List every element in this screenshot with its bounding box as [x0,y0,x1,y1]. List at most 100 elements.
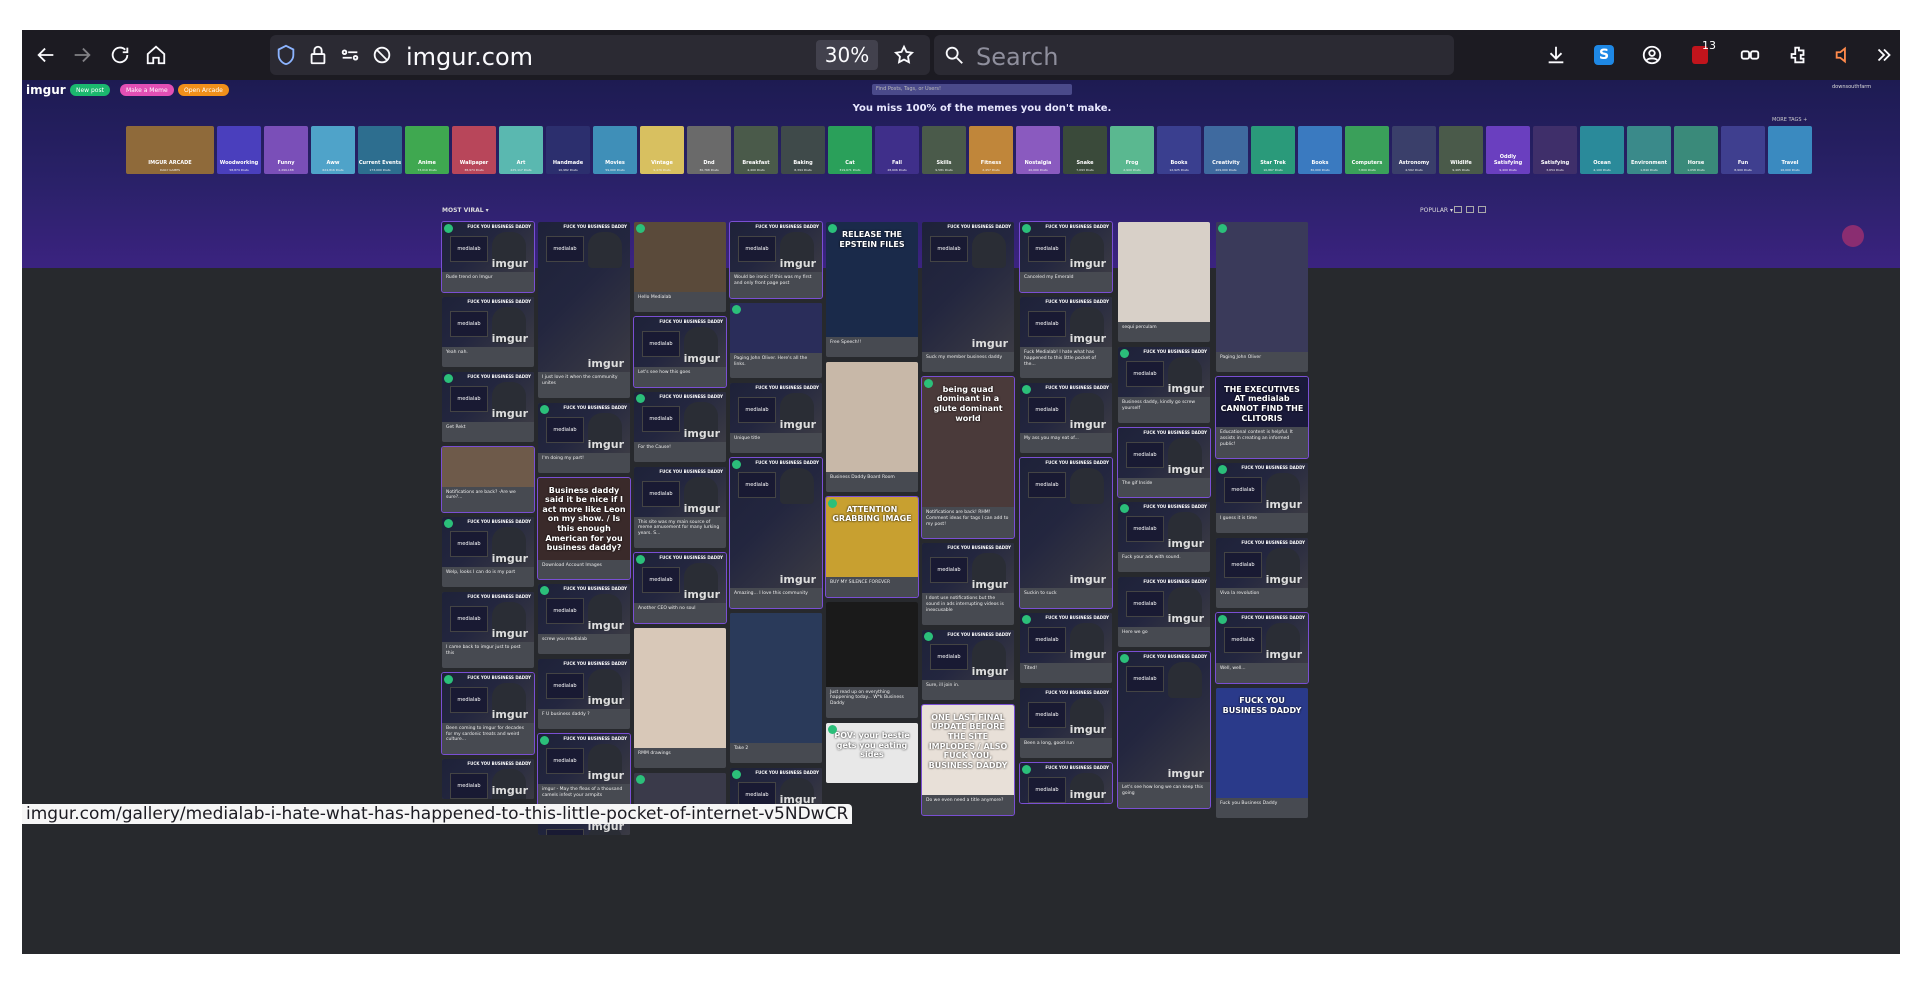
ublock-extension-icon[interactable]: 13 [1684,39,1716,71]
post-thumbnail[interactable] [826,601,918,687]
post-title[interactable]: Amazing... I love this community [730,588,822,600]
post-thumbnail[interactable]: Business daddy said it be nice if I act … [538,477,630,560]
tag-tile[interactable]: Ocean 4,100 Posts [1580,126,1624,174]
tag-tile[interactable]: Travel 16,000 Posts [1768,126,1812,174]
post-card[interactable]: FUCK YOU BUSINESS DADDY medialab imgur Get … [442,371,534,442]
post-card[interactable]: FUCK YOU BUSINESS DADDY medialab imgur Let'… [633,315,727,388]
layout-list-icon[interactable] [1454,206,1462,213]
post-card[interactable]: FUCK YOU BUSINESS DADDY medialab imgur F U … [538,659,630,730]
tag-tile[interactable]: Environment 1,840 Posts [1627,126,1671,174]
tag-tile[interactable]: Books 12,925 Posts [1157,126,1201,174]
post-thumbnail[interactable]: FUCK YOU BUSINESS DADDYmedialabimgur [442,222,534,272]
tag-tile[interactable]: Art 225,117 Posts [499,126,543,174]
tag-tile[interactable]: Movies 59,000 Posts [593,126,637,174]
post-thumbnail[interactable]: FUCK YOU BUSINESS DADDYmedialabimgur [442,517,534,568]
overflow-menu-icon[interactable] [1868,39,1900,71]
tag-tile[interactable]: Satisfying 3,654 Posts [1533,126,1577,174]
post-card[interactable]: FUCK YOU BUSINESS DADDY medialab imgur The … [1117,426,1211,499]
post-thumbnail[interactable]: FUCK YOU BUSINESS DADDYmedialabimgur [730,458,822,589]
post-title[interactable]: My ass you may eat of... [1020,433,1112,445]
post-card[interactable]: FUCK YOU BUSINESS DADDY medialab imgur Anot… [633,552,727,624]
post-title[interactable]: Let's see how this goes [634,367,726,379]
downloads-icon[interactable] [1540,39,1572,71]
post-title[interactable]: Free Speech!! [826,337,918,349]
tag-tile[interactable]: Breakfast 4,400 Posts [734,126,778,174]
post-title[interactable]: screw you medialab [538,634,630,646]
post-thumbnail[interactable]: ATTENTION GRABBING IMAGE [826,496,918,577]
post-card[interactable]: FUCK YOU BUSINESS DADDY medialab imgur Well… [1215,612,1309,684]
post-title[interactable]: Download Account Images [538,560,630,572]
tag-tile[interactable]: Wildlife 9,465 Posts [1439,126,1483,174]
post-card[interactable]: FUCK YOU BUSINESS DADDY medialab imgur I ju… [538,222,630,398]
post-card[interactable]: RMM drawings [634,627,726,768]
post-card[interactable]: FUCK YOU BUSINESS DADDY medialab imgur Been… [1020,687,1112,758]
post-thumbnail[interactable]: RELEASE THE EPSTEIN FILES [826,222,918,337]
back-icon[interactable] [30,39,62,71]
post-title[interactable]: Suck my member business daddy [922,352,1014,364]
post-card[interactable]: FUCK YOU BUSINESS DADDY medialab imgur Sure… [922,629,1014,700]
post-card[interactable]: sequi perculam [1118,222,1210,342]
post-thumbnail[interactable]: FUCK YOU BUSINESS DADDYmedialabimgur [634,553,726,604]
post-title[interactable]: Paging John Oliver. Here's all the links… [730,353,822,371]
post-thumbnail[interactable]: FUCK YOU BUSINESS DADDYmedialabimgur [442,672,534,723]
post-card[interactable]: Just read up on everything happening tod… [826,601,918,719]
post-title[interactable]: This site was my main source of meme amu… [634,517,726,541]
post-thumbnail[interactable]: FUCK YOU BUSINESS DADDYmedialabimgur [442,371,534,422]
post-title[interactable]: BUY MY SILENCE FOREVER [826,577,918,589]
post-card[interactable]: FUCK YOU BUSINESS DADDY medialab imgur Suck… [922,222,1014,372]
tag-tile[interactable]: Funny 2,299,188 [264,126,308,174]
search-bar[interactable]: Search [934,35,1454,75]
post-title[interactable]: Business Daddy Board Room [826,472,918,484]
post-card[interactable]: FUCK YOU BUSINESS DADDY medialab imgur Canc… [1019,221,1113,293]
post-card[interactable]: Business daddy said it be nice if I act … [537,476,631,581]
post-card[interactable]: FUCK YOU BUSINESS DADDY medialab imgur Here… [1118,577,1210,648]
post-thumbnail[interactable]: FUCK YOU BUSINESS DADDYmedialabimgur [1118,427,1210,478]
post-card[interactable]: FUCK YOU BUSINESS DADDY medialab imgur Suck… [1019,457,1113,610]
post-card[interactable]: RELEASE THE EPSTEIN FILES Free Speech!! [826,222,918,357]
post-thumbnail[interactable]: FUCK YOU BUSINESS DADDYmedialabimgur [730,222,822,272]
post-title[interactable]: Take 2 [730,743,822,755]
tag-tile[interactable]: Aww 624,816 Posts [311,126,355,174]
post-title[interactable]: Notifications are back! RHM! Comment ide… [922,507,1014,531]
popular-dropdown[interactable]: POPULAR ▾ [1420,207,1453,214]
post-thumbnail[interactable]: FUCK YOU BUSINESS DADDYmedialabimgur [922,222,1014,352]
bookmark-star-icon[interactable] [888,39,920,71]
post-card[interactable]: Hello Medialab [634,222,726,312]
post-card[interactable]: Take 2 [730,613,822,763]
site-search-input[interactable]: Find Posts, Tags, or Users! [872,84,1072,95]
post-title[interactable]: Get Rekt [442,422,534,434]
tag-tile[interactable]: Woodworking 58,874 Posts [217,126,261,174]
post-card[interactable]: Notifications are back? ·Are we sure?... [441,445,535,514]
open-arcade-button[interactable]: Open Arcade [178,84,229,96]
post-card[interactable]: ATTENTION GRABBING IMAGE BUY MY SILENCE F… [825,495,919,598]
post-card[interactable]: being quad dominant in a glute dominant … [921,375,1015,540]
post-title[interactable]: Viva la revolution [1216,588,1308,600]
post-thumbnail[interactable]: FUCK YOU BUSINESS DADDYmedialabimgur [1216,463,1308,514]
post-title[interactable]: sequi perculam [1118,322,1210,334]
post-title[interactable]: Unique title [730,433,822,445]
post-card[interactable]: FUCK YOU BUSINESS DADDY medialab imgur Been… [441,671,535,756]
post-card[interactable]: FUCK YOU BUSINESS DADDY medialab imgur Fuck… [1020,296,1112,379]
tag-tile[interactable]: Oddly Satisfying 9,400 Posts [1486,126,1530,174]
skype-extension-icon[interactable]: S [1588,39,1620,71]
tag-tile[interactable]: Dnd 30,768 Posts [687,126,731,174]
post-thumbnail[interactable] [1118,222,1210,322]
post-title[interactable]: Fuck Medialab! I hate what has happened … [1020,347,1112,371]
more-tags-link[interactable]: MORE TAGS + [1772,117,1807,123]
tag-tile[interactable]: IMGUR ARCADE DAILY GAMES [126,126,214,174]
url-bar[interactable]: imgur.com 30% [270,35,930,75]
post-title[interactable]: Canceled my Emerald [1020,272,1112,284]
post-title[interactable]: Well, well... [1216,663,1308,675]
tag-tile[interactable]: Books 30,000 Posts [1298,126,1342,174]
mute-tab-icon[interactable] [1828,39,1860,71]
post-title[interactable]: For the Cause! [634,442,726,454]
layout-grid-icon[interactable] [1466,206,1474,213]
layout-compact-icon[interactable] [1478,206,1486,213]
tag-tile[interactable]: Fall 28,606 Posts [875,126,919,174]
tag-tile[interactable]: Vintage 9,476 Posts [640,126,684,174]
post-thumbnail[interactable]: FUCK YOU BUSINESS DADDYmedialabimgur [442,759,534,800]
post-card[interactable]: FUCK YOU BUSINESS DADDY medialab imgur scre… [538,584,630,655]
post-title[interactable]: Hello Medialab [634,292,726,304]
post-title[interactable]: Been coming to imgur for decades for my … [442,723,534,747]
post-card[interactable]: FUCK YOU BUSINESS DADDY medialab imgur My a… [1020,383,1112,454]
